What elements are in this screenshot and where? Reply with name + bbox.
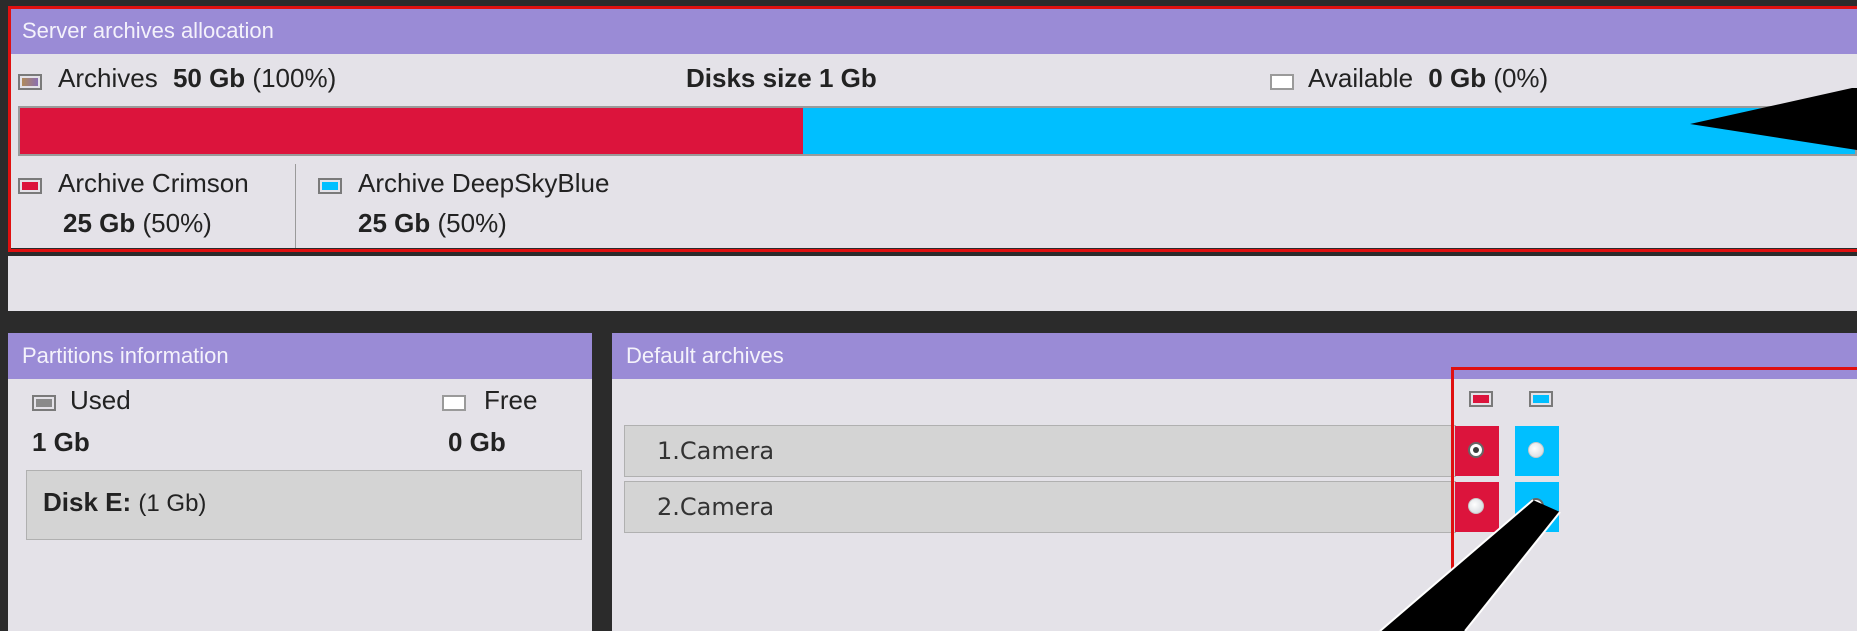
radio-columns-highlight xyxy=(1451,367,1857,631)
disk-size: (1 Gb) xyxy=(138,490,207,517)
free-swatch-icon xyxy=(442,395,466,411)
free-label: Free xyxy=(484,385,538,415)
partitions-panel: Partitions information Used 1 Gb Free 0 … xyxy=(8,333,592,631)
partitions-title: Partitions information xyxy=(8,333,592,379)
free-value: 0 Gb xyxy=(448,427,506,457)
disk-label: Disk E: xyxy=(43,487,132,517)
camera-name: 1.Camera xyxy=(657,437,775,465)
used-label: Used xyxy=(70,385,131,415)
disk-row[interactable]: Disk E: (1 Gb) xyxy=(26,470,582,540)
used-swatch-icon xyxy=(32,395,56,411)
camera-name: 2.Camera xyxy=(657,493,775,521)
empty-strip xyxy=(8,256,1857,311)
server-panel-highlight xyxy=(8,6,1857,252)
camera-row-1[interactable]: 1.Camera xyxy=(624,425,1456,477)
used-value: 1 Gb xyxy=(32,427,90,457)
disk-info: Disk E: (1 Gb) xyxy=(43,487,206,518)
camera-row-2[interactable]: 2.Camera xyxy=(624,481,1456,533)
